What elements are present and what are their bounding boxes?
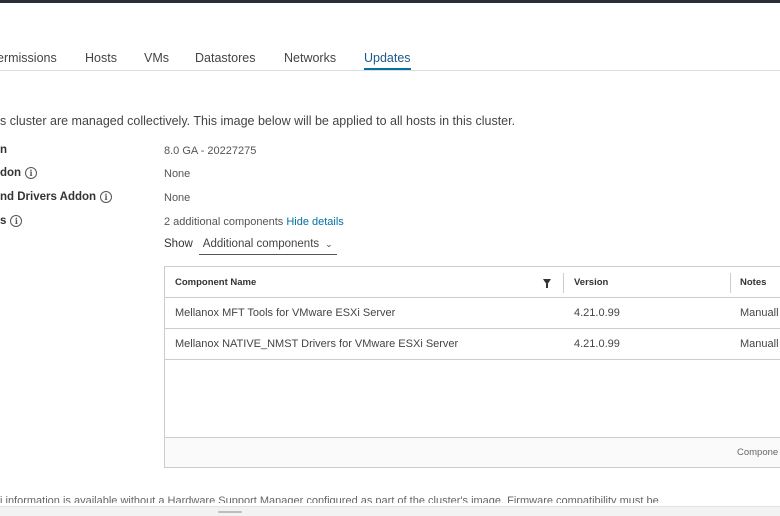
tab-vms[interactable]: VMs — [144, 50, 169, 70]
column-component-name[interactable]: Component Name — [175, 267, 256, 298]
tab-updates[interactable]: Updates — [364, 50, 411, 70]
cluster-image-description: s cluster are managed collectively. This… — [0, 114, 516, 128]
column-notes[interactable]: Notes — [740, 267, 766, 298]
hide-details-link[interactable]: Hide details — [286, 216, 343, 228]
column-resize-handle[interactable] — [730, 273, 731, 293]
version-cell: 4.21.0.99 — [574, 338, 620, 350]
component-name-cell: Mellanox MFT Tools for VMware ESXi Serve… — [175, 307, 396, 319]
notes-cell: Manuall — [740, 338, 779, 350]
show-filter: Show Additional components ⌄ — [164, 238, 337, 255]
esxi-version-value: 8.0 GA - 20227275 — [164, 145, 257, 157]
info-icon[interactable]: i — [10, 215, 23, 227]
vendor-addon-value: None — [164, 168, 191, 180]
components-datagrid: Component Name Version Notes Mellanox MF… — [164, 266, 780, 468]
datagrid-header: Component Name Version Notes — [165, 267, 780, 298]
chevron-down-icon: ⌄ — [325, 238, 333, 249]
info-icon[interactable]: i — [100, 191, 113, 203]
tab-bar: ermissions Hosts VMs Datastores Networks… — [0, 50, 780, 72]
tab-datastores[interactable]: Datastores — [195, 50, 255, 70]
horizontal-scrollbar[interactable] — [0, 506, 780, 516]
components-view-select[interactable]: Additional components ⌄ — [198, 238, 337, 255]
firmware-drivers-addon-label: nd Drivers Addon i — [0, 191, 113, 203]
tab-divider — [0, 70, 780, 71]
components-value: 2 additional components Hide details — [164, 216, 344, 228]
components-count: 2 additional components — [164, 216, 284, 228]
firmware-drivers-addon-value: None — [164, 192, 191, 204]
components-label: s i — [0, 215, 23, 227]
select-value: Additional components — [202, 238, 320, 250]
column-version[interactable]: Version — [574, 267, 608, 298]
filter-icon[interactable] — [543, 279, 551, 288]
hsm-info-text: i information is available without a Har… — [0, 495, 659, 503]
tab-permissions[interactable]: ermissions — [0, 50, 57, 70]
datagrid-footer: Compone — [165, 437, 780, 467]
tab-networks[interactable]: Networks — [284, 50, 336, 70]
show-label: Show — [164, 238, 193, 250]
tab-hosts[interactable]: Hosts — [85, 50, 117, 70]
version-cell: 4.21.0.99 — [574, 307, 620, 319]
vendor-addon-label: don i — [0, 167, 38, 179]
info-icon[interactable]: i — [25, 167, 38, 179]
top-header-bar — [0, 0, 780, 3]
column-resize-handle[interactable] — [563, 273, 564, 293]
notes-cell: Manuall — [740, 307, 779, 319]
esxi-version-label: n — [0, 144, 8, 156]
table-row[interactable]: Mellanox NATIVE_NMST Drivers for VMware … — [165, 329, 780, 360]
table-row[interactable]: Mellanox MFT Tools for VMware ESXi Serve… — [165, 298, 780, 329]
component-name-cell: Mellanox NATIVE_NMST Drivers for VMware … — [175, 338, 459, 350]
footer-count: Compone — [737, 447, 779, 458]
scrollbar-thumb[interactable] — [218, 511, 242, 513]
